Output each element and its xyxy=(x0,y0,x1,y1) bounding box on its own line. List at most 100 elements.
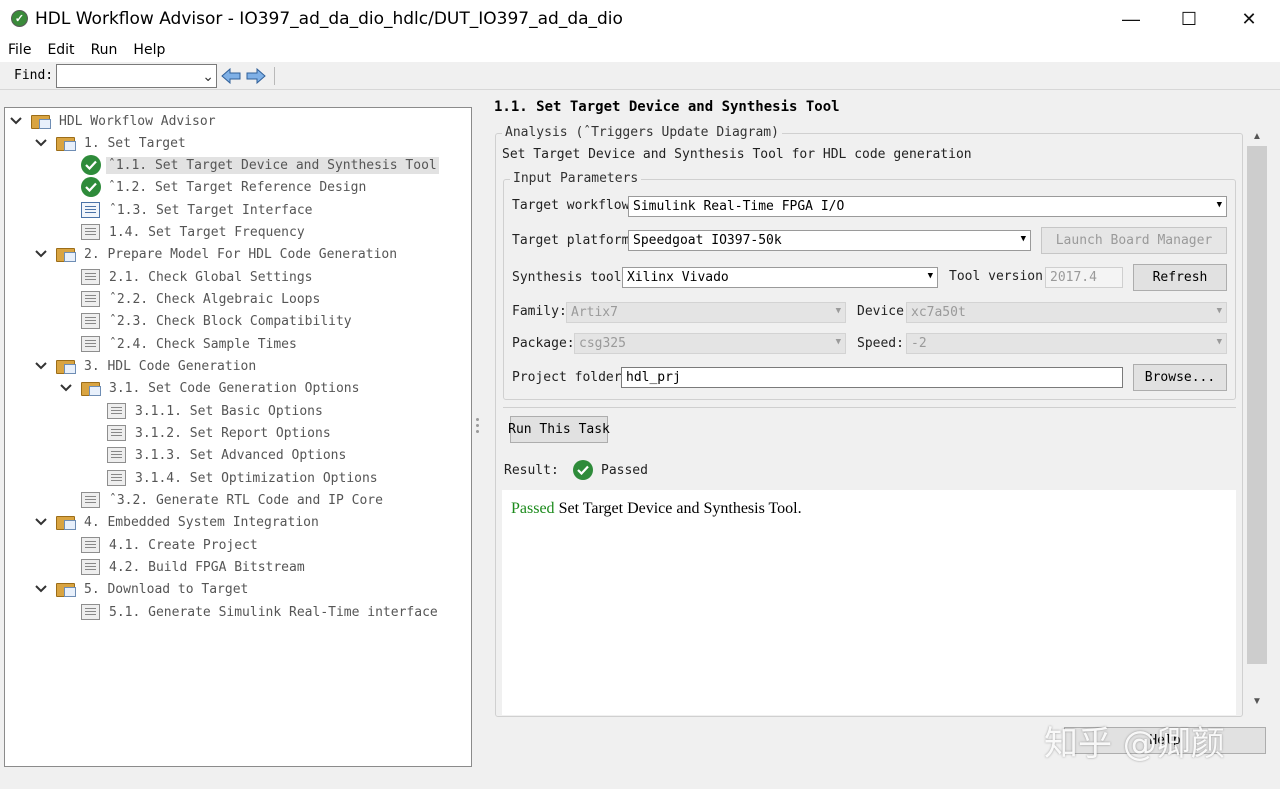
speed-select[interactable]: -2 ▼ xyxy=(906,333,1227,354)
analysis-description: Set Target Device and Synthesis Tool for… xyxy=(502,147,972,162)
tree-item-root[interactable]: HDL Workflow Advisor xyxy=(9,110,218,132)
launch-board-manager-button[interactable]: Launch Board Manager xyxy=(1041,227,1227,254)
input-parameters-legend: Input Parameters xyxy=(510,171,642,186)
tree-item-set-target-reference-design[interactable]: ˆ1.2. Set Target Reference Design xyxy=(81,176,368,198)
tree-item-label: 3. HDL Code Generation xyxy=(84,358,257,374)
tree-item-check-sample-times[interactable]: ˆ2.4. Check Sample Times xyxy=(81,333,299,355)
target-platform-select[interactable]: Speedgoat IO397-50k ▼ xyxy=(628,230,1031,251)
tree-item-set-target[interactable]: 1. Set Target xyxy=(34,132,188,154)
scroll-down-icon[interactable]: ▼ xyxy=(1252,696,1262,707)
refresh-button[interactable]: Refresh xyxy=(1133,264,1227,291)
tree-item-set-target-frequency[interactable]: 1.4. Set Target Frequency xyxy=(81,221,307,243)
find-next-button[interactable] xyxy=(245,66,267,86)
tree-item-set-basic-options[interactable]: 3.1.1. Set Basic Options xyxy=(107,400,325,422)
tree-item-generate-simulink-interface[interactable]: 5.1. Generate Simulink Real-Time interfa… xyxy=(81,601,440,623)
dropdown-arrow-icon: ▼ xyxy=(1216,306,1222,316)
chevron-down-icon[interactable] xyxy=(34,247,48,261)
tree-item-check-block-compatibility[interactable]: ˆ2.3. Check Block Compatibility xyxy=(81,310,354,332)
synthesis-tool-label: Synthesis tool: xyxy=(512,270,630,285)
task-icon xyxy=(107,447,126,463)
dropdown-arrow-icon: ▼ xyxy=(835,337,841,347)
tree-item-set-report-options[interactable]: 3.1.2. Set Report Options xyxy=(107,422,333,444)
result-report: Passed Set Target Device and Synthesis T… xyxy=(502,490,1236,715)
tree-item-check-global-settings[interactable]: 2.1. Check Global Settings xyxy=(81,266,315,288)
folder-icon xyxy=(81,380,102,397)
task-icon xyxy=(81,313,100,329)
tree-item-label: ˆ2.3. Check Block Compatibility xyxy=(109,313,352,329)
tree-item-build-fpga-bitstream[interactable]: 4.2. Build FPGA Bitstream xyxy=(81,556,307,578)
task-icon xyxy=(81,291,100,307)
tree-item-label: 3.1.1. Set Basic Options xyxy=(135,403,323,419)
package-select[interactable]: csg325 ▼ xyxy=(574,333,846,354)
synthesis-tool-select[interactable]: Xilinx Vivado ▼ xyxy=(622,267,938,288)
find-combo[interactable]: ⌄ xyxy=(56,64,217,88)
family-value: Artix7 xyxy=(571,305,618,320)
chevron-down-icon[interactable] xyxy=(34,136,48,150)
menu-file[interactable]: File xyxy=(0,42,39,58)
menu-bar: File Edit Run Help xyxy=(0,38,1280,62)
minimize-button[interactable]: — xyxy=(1101,0,1161,38)
chevron-down-icon[interactable] xyxy=(34,359,48,373)
target-workflow-select[interactable]: Simulink Real-Time FPGA I/O ▼ xyxy=(628,196,1227,217)
panel-splitter[interactable] xyxy=(476,418,479,440)
speed-label: Speed: xyxy=(857,336,904,351)
browse-button[interactable]: Browse... xyxy=(1133,364,1227,391)
watermark: 知乎 @卿颜 xyxy=(1044,724,1225,764)
task-tree: HDL Workflow Advisor 1. Set Target ˆ1.1.… xyxy=(4,107,472,767)
chevron-down-icon[interactable] xyxy=(59,381,73,395)
arrow-left-icon xyxy=(221,68,241,84)
maximize-button[interactable]: ☐ xyxy=(1159,0,1219,38)
scrollbar-thumb[interactable] xyxy=(1247,146,1267,664)
tree-item-label: 1. Set Target xyxy=(84,135,186,151)
tree-item-set-target-device[interactable]: ˆ1.1. Set Target Device and Synthesis To… xyxy=(81,154,439,176)
section-divider xyxy=(503,407,1236,408)
maximize-icon: ☐ xyxy=(1180,8,1198,29)
find-previous-button[interactable] xyxy=(220,66,242,86)
tree-item-label: ˆ1.3. Set Target Interface xyxy=(109,202,313,218)
task-title: 1.1. Set Target Device and Synthesis Too… xyxy=(494,99,840,115)
tree-item-set-code-generation-options[interactable]: 3.1. Set Code Generation Options xyxy=(59,377,361,399)
tree-item-set-advanced-options[interactable]: 3.1.3. Set Advanced Options xyxy=(107,444,348,466)
device-select[interactable]: xc7a50t ▼ xyxy=(906,302,1227,323)
menu-edit[interactable]: Edit xyxy=(39,42,82,58)
tree-item-check-algebraic-loops[interactable]: ˆ2.2. Check Algebraic Loops xyxy=(81,288,322,310)
chevron-down-icon[interactable] xyxy=(34,515,48,529)
chevron-down-icon[interactable]: ⌄ xyxy=(202,69,214,83)
tree-item-label: 3.1.2. Set Report Options xyxy=(135,425,331,441)
task-icon xyxy=(81,269,100,285)
project-folder-input[interactable]: hdl_prj xyxy=(621,367,1123,388)
family-select[interactable]: Artix7 ▼ xyxy=(566,302,846,323)
tree-item-create-project[interactable]: 4.1. Create Project xyxy=(81,534,260,556)
tool-version-label: Tool version: xyxy=(949,269,1051,284)
matlab-advisor-icon: ✓ xyxy=(11,10,28,27)
tree-item-label: 3.1.4. Set Optimization Options xyxy=(135,470,378,486)
tree-item-hdl-code-generation[interactable]: 3. HDL Code Generation xyxy=(34,355,258,377)
tree-item-set-target-interface[interactable]: ˆ1.3. Set Target Interface xyxy=(81,199,315,221)
close-button[interactable]: ✕ xyxy=(1219,0,1279,38)
chevron-down-icon[interactable] xyxy=(9,114,23,128)
menu-run[interactable]: Run xyxy=(83,42,126,58)
result-value: Passed xyxy=(601,463,648,478)
tree-item-label: 3.1. Set Code Generation Options xyxy=(109,380,360,396)
run-this-task-button[interactable]: Run This Task xyxy=(508,416,610,443)
minimize-icon: — xyxy=(1122,8,1140,29)
scroll-up-icon[interactable]: ▲ xyxy=(1252,131,1262,142)
result-label: Result: xyxy=(504,463,559,478)
tree-item-download-to-target[interactable]: 5. Download to Target xyxy=(34,578,250,600)
vertical-scrollbar[interactable]: ▲ ▼ xyxy=(1246,128,1268,718)
tree-item-embedded-system-integration[interactable]: 4. Embedded System Integration xyxy=(34,511,321,533)
tool-version-field: 2017.4 xyxy=(1045,267,1123,288)
tree-item-label: 5.1. Generate Simulink Real-Time interfa… xyxy=(109,604,438,620)
tree-item-label: ˆ3.2. Generate RTL Code and IP Core xyxy=(109,492,383,508)
chevron-down-icon[interactable] xyxy=(34,582,48,596)
tree-item-label: ˆ2.2. Check Algebraic Loops xyxy=(109,291,321,307)
tree-item-prepare-model[interactable]: 2. Prepare Model For HDL Code Generation xyxy=(34,243,399,265)
menu-help[interactable]: Help xyxy=(125,42,173,58)
task-icon xyxy=(81,559,100,575)
check-passed-icon xyxy=(81,177,101,197)
task-icon xyxy=(81,604,100,620)
tree-item-set-optimization-options[interactable]: 3.1.4. Set Optimization Options xyxy=(107,467,380,489)
dropdown-arrow-icon: ▼ xyxy=(1216,200,1222,210)
tree-item-generate-rtl-code[interactable]: ˆ3.2. Generate RTL Code and IP Core xyxy=(81,489,385,511)
device-label: Device: xyxy=(857,304,912,319)
